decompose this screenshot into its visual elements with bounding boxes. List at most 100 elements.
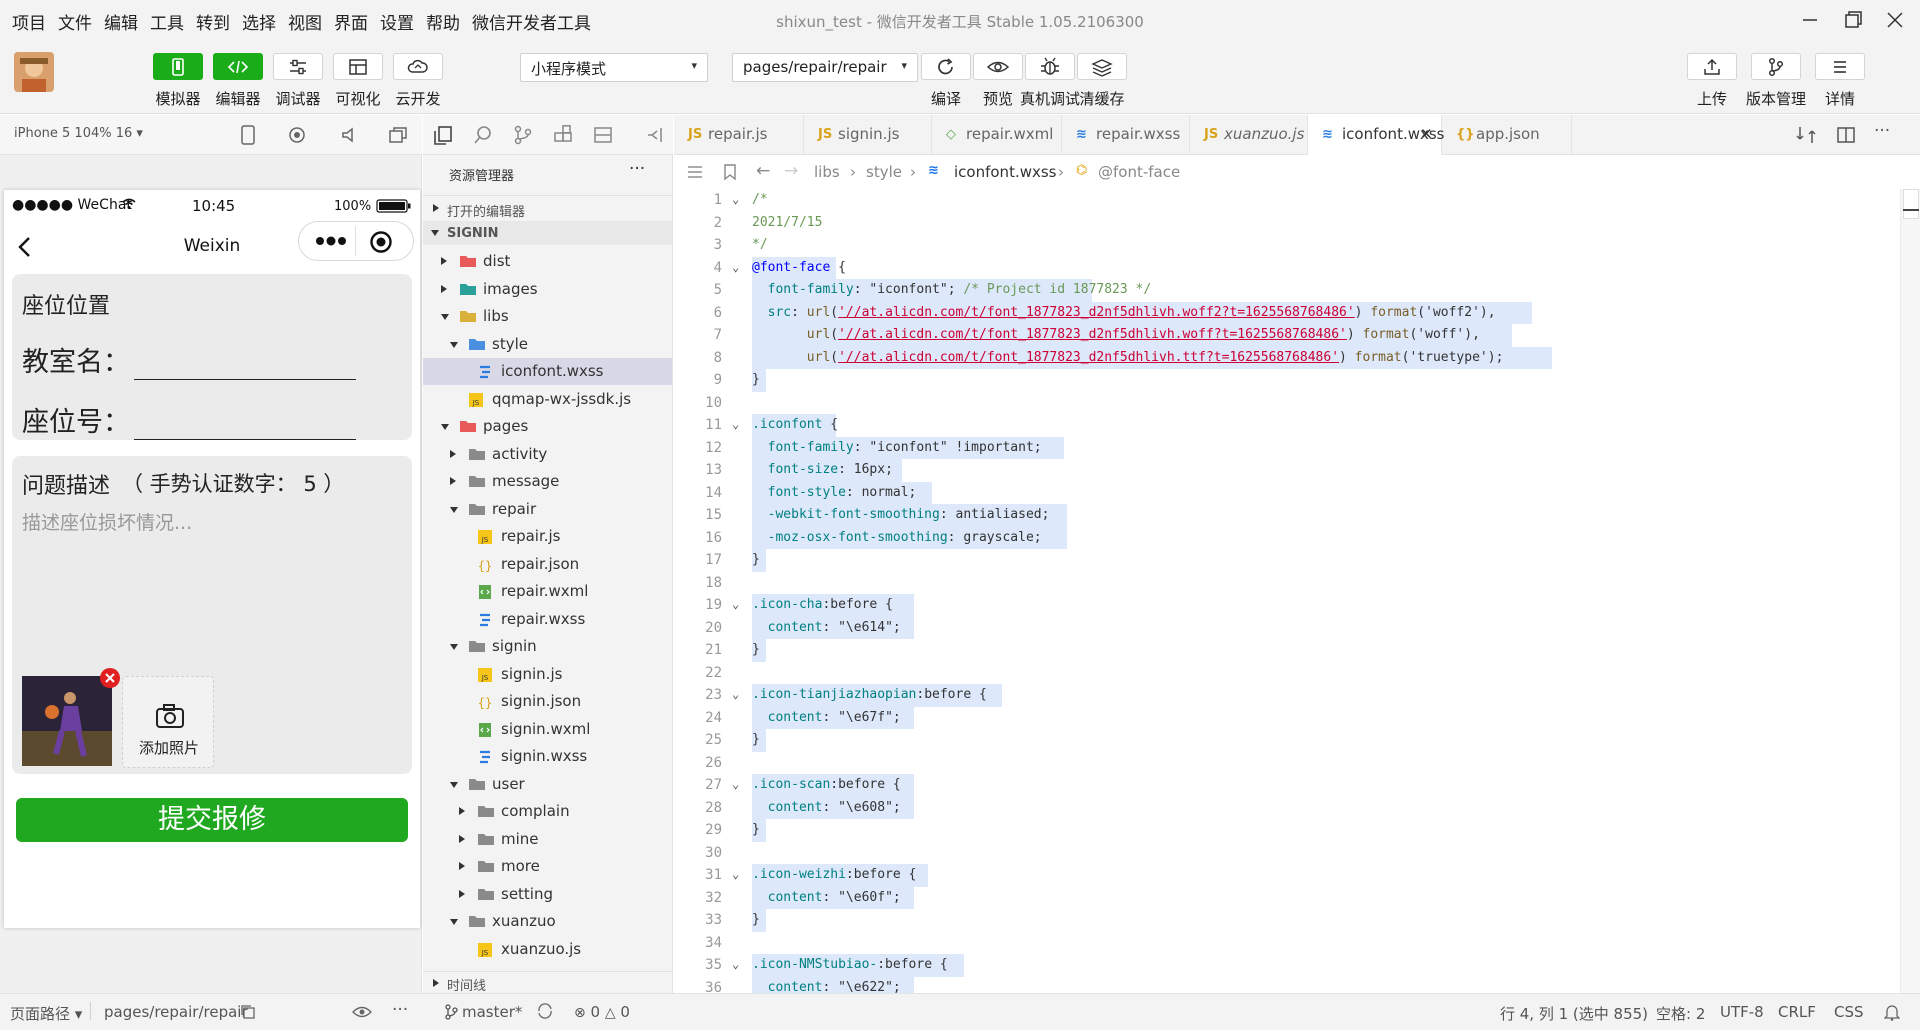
editor-scrollbar[interactable] — [1900, 189, 1920, 993]
open-editors-section[interactable]: 打开的编辑器 — [423, 195, 672, 220]
chevron-right-icon[interactable] — [441, 284, 447, 293]
fold-chevron-icon[interactable]: ⌄ — [732, 687, 739, 701]
problems-indicator[interactable]: ⊗ 0 △ 0 — [574, 1003, 630, 1021]
git-branch[interactable]: master* — [462, 1003, 522, 1021]
classroom-input[interactable] — [134, 354, 356, 380]
page-select[interactable]: pages/repair/repair ▾ — [732, 53, 918, 82]
capsule-button[interactable] — [298, 221, 414, 261]
tab-wxss[interactable]: ≋ iconfont.wxss ✕ — [1308, 115, 1445, 155]
tree-item[interactable]: repair — [423, 496, 672, 523]
tree-item[interactable]: iconfont.wxss — [423, 358, 672, 385]
language-mode[interactable]: CSS — [1834, 1003, 1864, 1021]
tab-json[interactable]: {} app.json — [1442, 115, 1572, 155]
tree-item[interactable]: xuanzuo — [423, 908, 672, 935]
chevron-right-icon[interactable] — [459, 807, 465, 815]
bug-button[interactable] — [1025, 53, 1075, 80]
tree-item[interactable]: JS repair.js — [423, 523, 672, 550]
refresh-button[interactable] — [921, 53, 971, 80]
seat-number-input[interactable] — [134, 414, 356, 440]
tree-item[interactable]: complain — [423, 798, 672, 825]
chevron-right-icon[interactable] — [441, 257, 447, 265]
tree-item[interactable]: style — [423, 331, 672, 358]
minimize-button[interactable] — [1795, 6, 1825, 34]
search-icon[interactable] — [473, 125, 493, 145]
volume-icon[interactable] — [340, 126, 358, 144]
sliders-button[interactable] — [273, 53, 323, 80]
split-editor-icon[interactable] — [1836, 125, 1856, 145]
tree-item[interactable]: mine — [423, 826, 672, 853]
phone-button[interactable] — [153, 53, 203, 80]
page-path-label[interactable]: 页面路径 ▾ — [10, 1003, 82, 1024]
device-select[interactable]: iPhone 5 104% 16 ▾ — [14, 126, 143, 141]
tab-js[interactable]: JS xuanzuo.js — [1190, 115, 1308, 155]
submit-repair-button[interactable]: 提交报修 — [16, 798, 408, 842]
fold-chevron-icon[interactable]: ⌄ — [732, 417, 739, 431]
crumb-item-libs[interactable]: libs — [814, 163, 840, 181]
crumb-item-file[interactable]: iconfont.wxss — [954, 163, 1057, 181]
cloud-button[interactable] — [393, 53, 443, 80]
tree-item[interactable]: signin — [423, 633, 672, 660]
code-editor[interactable]: 1 ⌄/* 2 2021/7/15 3 */4 ⌄ @font-face {5 font-fa… — [674, 189, 1920, 993]
chevron-right-icon[interactable] — [459, 834, 465, 843]
nav-back-icon[interactable]: ← — [756, 161, 770, 181]
extensions-icon[interactable] — [553, 125, 573, 145]
explorer-more-button[interactable]: ··· — [629, 159, 645, 179]
add-photo-button[interactable]: 添加照片 — [122, 676, 214, 768]
tree-item[interactable]: more — [423, 853, 672, 880]
status-more-button[interactable]: ··· — [392, 1000, 408, 1020]
more-dots-icon[interactable] — [313, 230, 349, 252]
tree-item[interactable]: repair.wxss — [423, 606, 672, 633]
source-control-icon[interactable] — [513, 125, 533, 145]
tree-item[interactable]: images — [423, 276, 672, 303]
cursor-position[interactable]: 行 4, 列 1 (选中 855) — [1500, 1003, 1648, 1024]
notifications-bell-icon[interactable] — [1884, 1003, 1900, 1021]
tree-item[interactable]: message — [423, 468, 672, 495]
crumb-item-style[interactable]: style — [866, 163, 902, 181]
line-ending[interactable]: CRLF — [1778, 1003, 1816, 1021]
outline-icon[interactable] — [686, 163, 704, 181]
collapse-panel-icon[interactable] — [645, 125, 665, 145]
tab-wxml[interactable]: ◇ repair.wxml — [932, 115, 1062, 155]
project-section[interactable]: SIGNIN — [423, 221, 672, 245]
branch-button[interactable] — [1751, 53, 1801, 80]
tree-item[interactable]: {} repair.json — [423, 551, 672, 578]
chevron-down-icon[interactable] — [450, 644, 458, 650]
tree-item[interactable]: activity — [423, 441, 672, 468]
tab-js[interactable]: JS signin.js — [804, 115, 932, 155]
detach-window-icon[interactable] — [388, 126, 408, 144]
chevron-right-icon[interactable] — [450, 449, 456, 458]
tree-item[interactable]: dist — [423, 248, 672, 275]
maximize-button[interactable] — [1838, 6, 1868, 34]
tree-item[interactable]: pages — [423, 413, 672, 440]
tab-wxss[interactable]: ≋ repair.wxss — [1062, 115, 1190, 155]
tree-item[interactable]: signin.wxml — [423, 716, 672, 743]
chevron-right-icon[interactable] — [459, 889, 465, 898]
fold-chevron-icon[interactable]: ⌄ — [732, 192, 739, 206]
nav-forward-icon[interactable]: → — [784, 161, 798, 181]
crumb-item-symbol[interactable]: @font-face — [1098, 163, 1180, 181]
delete-photo-icon[interactable] — [100, 668, 120, 688]
tab-js[interactable]: JS repair.js — [674, 115, 804, 155]
fold-chevron-icon[interactable]: ⌄ — [732, 867, 739, 881]
menu-button[interactable] — [1815, 53, 1865, 80]
chevron-down-icon[interactable] — [450, 506, 458, 513]
tree-item[interactable]: user — [423, 771, 672, 798]
layers-button[interactable] — [1077, 53, 1127, 80]
tree-item[interactable]: {} signin.json — [423, 688, 672, 715]
copy-icon[interactable] — [240, 1004, 256, 1020]
editor-more-button[interactable]: ··· — [1874, 121, 1890, 141]
chevron-down-icon[interactable] — [450, 781, 458, 788]
chevron-right-icon[interactable] — [450, 477, 456, 485]
preview-eye-icon[interactable] — [352, 1005, 372, 1019]
upload-button[interactable] — [1687, 53, 1737, 80]
files-icon[interactable] — [433, 125, 453, 145]
chevron-right-icon[interactable] — [459, 862, 465, 870]
compare-icon[interactable] — [1796, 125, 1816, 145]
problem-textarea[interactable]: 描述座位损坏情况... — [22, 508, 192, 535]
code-button[interactable] — [213, 53, 263, 80]
indentation[interactable]: 空格: 2 — [1656, 1003, 1705, 1024]
record-icon[interactable] — [288, 126, 306, 144]
close-window-button[interactable] — [1880, 6, 1910, 34]
fold-chevron-icon[interactable]: ⌄ — [732, 597, 739, 611]
device-phone-icon[interactable] — [240, 125, 256, 145]
